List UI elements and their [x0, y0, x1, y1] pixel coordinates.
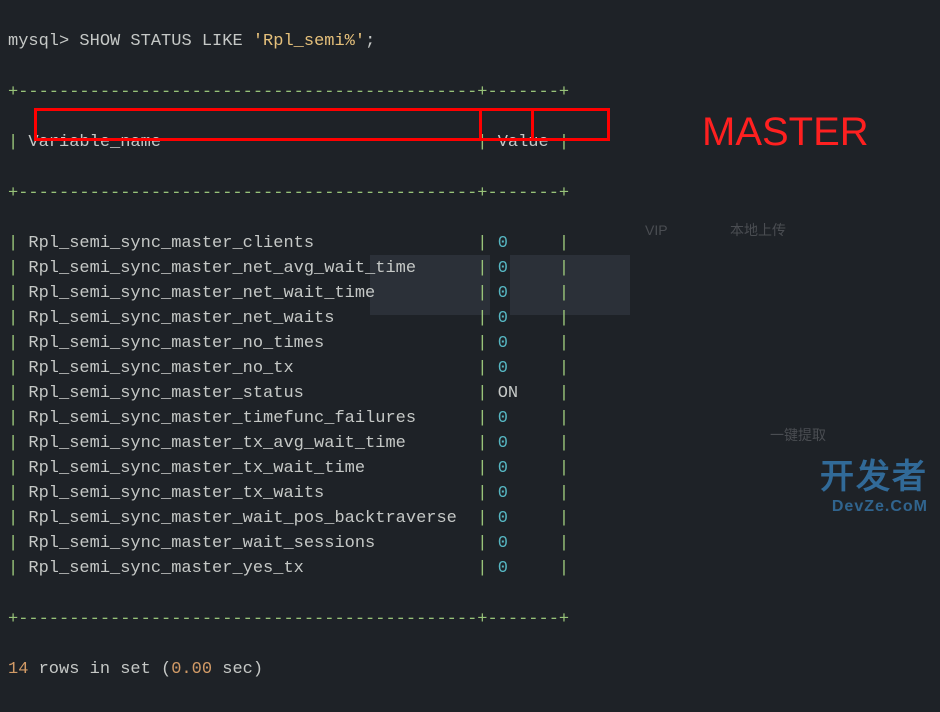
- mysql-prompt: mysql>: [8, 29, 79, 55]
- variable-value: 0: [498, 456, 559, 482]
- col-header-name: Variable_name: [28, 130, 161, 156]
- table-row: | Rpl_semi_sync_master_tx_waits | 0 |: [8, 482, 932, 507]
- query-time: 0.00: [171, 657, 212, 683]
- variable-name: Rpl_semi_sync_master_yes_tx: [28, 556, 477, 582]
- variable-name: Rpl_semi_sync_master_net_waits: [28, 306, 477, 332]
- watermark-text-2: DevZe.CoM: [832, 495, 928, 519]
- variable-value: 0: [498, 406, 559, 432]
- master-annotation: MASTER: [702, 102, 869, 162]
- table-row: | Rpl_semi_sync_master_tx_wait_time | 0 …: [8, 457, 932, 482]
- table-row: | Rpl_semi_sync_master_net_waits | 0 |: [8, 307, 932, 332]
- variable-value: 0: [498, 231, 559, 257]
- table-row: | Rpl_semi_sync_master_no_tx | 0 |: [8, 357, 932, 382]
- variable-value: 0: [498, 256, 559, 282]
- table-border-mid: +---------------------------------------…: [8, 181, 569, 207]
- table-row: | Rpl_semi_sync_master_timefunc_failures…: [8, 407, 932, 432]
- variable-value: 0: [498, 531, 559, 557]
- table-row: | Rpl_semi_sync_master_yes_tx | 0 |: [8, 557, 932, 582]
- variable-name: Rpl_semi_sync_master_net_avg_wait_time: [28, 256, 477, 282]
- variable-name: Rpl_semi_sync_master_timefunc_failures: [28, 406, 477, 432]
- variable-name: Rpl_semi_sync_master_wait_sessions: [28, 531, 477, 557]
- command-line: mysql> SHOW STATUS LIKE 'Rpl_semi%';: [8, 30, 932, 55]
- variable-value: 0: [498, 556, 559, 582]
- variable-value: 0: [498, 431, 559, 457]
- col-header-value: Value: [498, 130, 549, 156]
- variable-name: Rpl_semi_sync_master_status: [28, 381, 477, 407]
- table-border-bottom: +---------------------------------------…: [8, 607, 569, 633]
- variable-value: 0: [498, 281, 559, 307]
- row-count: 14: [8, 657, 28, 683]
- variable-value: 0: [498, 306, 559, 332]
- sql-string: 'Rpl_semi%': [253, 29, 365, 55]
- variable-name: Rpl_semi_sync_master_tx_avg_wait_time: [28, 431, 477, 457]
- table-row: | Rpl_semi_sync_master_wait_sessions | 0…: [8, 532, 932, 557]
- table-border-top: +---------------------------------------…: [8, 80, 569, 106]
- variable-value: 0: [498, 331, 559, 357]
- variable-value: 0: [498, 481, 559, 507]
- sql-command: SHOW STATUS LIKE: [79, 29, 252, 55]
- variable-name: Rpl_semi_sync_master_no_tx: [28, 356, 477, 382]
- variable-value: ON: [498, 381, 559, 407]
- table-row: | Rpl_semi_sync_master_no_times | 0 |: [8, 332, 932, 357]
- variable-name: Rpl_semi_sync_master_tx_wait_time: [28, 456, 477, 482]
- table-row: | Rpl_semi_sync_master_tx_avg_wait_time …: [8, 432, 932, 457]
- variable-name: Rpl_semi_sync_master_tx_waits: [28, 481, 477, 507]
- table-row: | Rpl_semi_sync_master_net_avg_wait_time…: [8, 257, 932, 282]
- variable-name: Rpl_semi_sync_master_net_wait_time: [28, 281, 477, 307]
- variable-name: Rpl_semi_sync_master_no_times: [28, 331, 477, 357]
- table-row: | Rpl_semi_sync_master_clients | 0 |: [8, 232, 932, 257]
- table-row: | Rpl_semi_sync_master_net_wait_time | 0…: [8, 282, 932, 307]
- summary-line: 14 rows in set (0.00 sec): [8, 658, 932, 683]
- variable-value: 0: [498, 356, 559, 382]
- table-row: | Rpl_semi_sync_master_status | ON |: [8, 382, 932, 407]
- variable-name: Rpl_semi_sync_master_clients: [28, 231, 477, 257]
